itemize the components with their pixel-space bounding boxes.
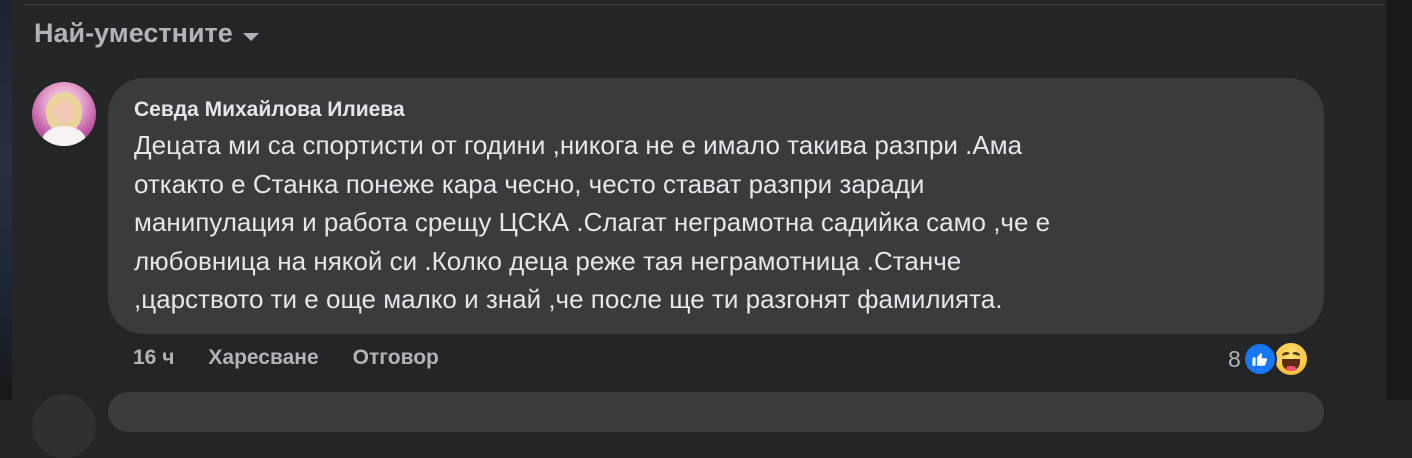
like-icon: [1242, 342, 1277, 376]
comment-sort-dropdown[interactable]: Най-уместните: [34, 18, 259, 49]
comment-text: Децата ми са спортисти от години ,никога…: [134, 126, 1294, 319]
avatar-body: [42, 126, 86, 146]
comment-line: манипулация и работа срещу ЦСКА .Слагат …: [134, 207, 1051, 237]
avatar-face: [54, 100, 74, 124]
top-divider: [24, 4, 1384, 5]
like-button[interactable]: Харесване: [208, 346, 318, 370]
next-comment-bubble: [108, 392, 1324, 432]
comment-line: Децата ми са спортисти от години ,никога…: [134, 130, 1023, 160]
comment-bubble: Севда Михайлова Илиева Децата ми са спор…: [108, 78, 1324, 334]
chevron-down-icon: [242, 32, 259, 41]
sort-label: Най-уместните: [34, 18, 233, 48]
comment-author[interactable]: Севда Михайлова Илиева: [134, 98, 405, 122]
reaction-count: 8: [1228, 345, 1241, 372]
comment-timestamp[interactable]: 16 ч: [133, 346, 174, 370]
next-comment-avatar[interactable]: [32, 394, 96, 458]
comment-line: любовница на някой си .Колко деца реже т…: [134, 245, 962, 276]
comment-line: откакто е Станка понеже кара чесно, чест…: [134, 168, 925, 199]
avatar[interactable]: [32, 82, 96, 146]
comment-line: ,царството ти е още малко и знай ,че пос…: [134, 284, 1003, 314]
haha-icon: [1272, 341, 1309, 377]
right-edge-panel: [1386, 0, 1412, 400]
reply-button[interactable]: Отговор: [353, 346, 439, 370]
left-edge-panel: [0, 0, 12, 400]
reaction-summary[interactable]: 8: [1228, 341, 1309, 377]
comment-actions: 16 ч Харесване Отговор: [133, 346, 439, 370]
